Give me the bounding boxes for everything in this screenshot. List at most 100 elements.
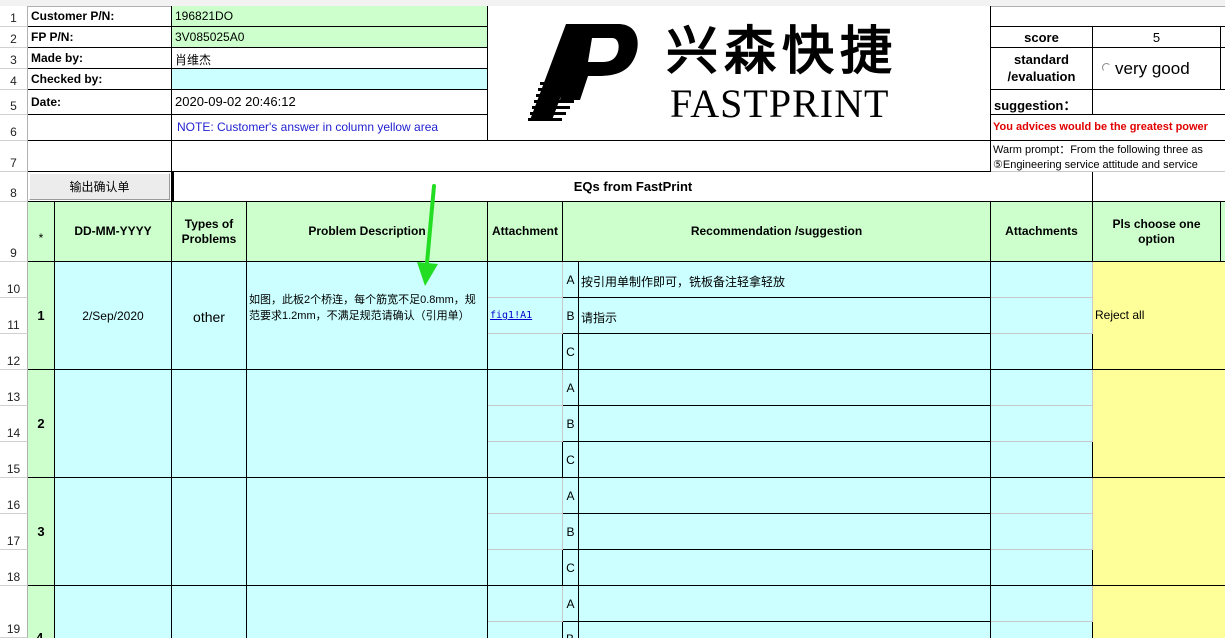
suggestion-input[interactable] bbox=[1093, 90, 1225, 115]
eq-title[interactable]: EQs from FastPrint bbox=[172, 172, 1093, 202]
col-header-choose-option[interactable]: Pls choose one option bbox=[1093, 202, 1221, 262]
entry-date[interactable] bbox=[55, 370, 172, 478]
attachment-cell-a[interactable] bbox=[488, 478, 563, 514]
recommendation-option-b[interactable] bbox=[579, 406, 991, 442]
attachment-cell-b[interactable] bbox=[488, 514, 563, 550]
date-label[interactable]: Date: bbox=[28, 90, 172, 115]
warm-prompt-cell[interactable]: Warm prompt：From the following three as … bbox=[991, 141, 1225, 172]
attachments-cell-b[interactable] bbox=[991, 298, 1093, 334]
choice-cell[interactable]: Reject all bbox=[1093, 262, 1225, 370]
col-header-attachment[interactable]: Attachment bbox=[488, 202, 563, 262]
col-header-types[interactable]: Types of Problems bbox=[172, 202, 247, 262]
recommendation-option-a[interactable] bbox=[579, 478, 991, 514]
row-header-13[interactable]: 13 bbox=[0, 370, 28, 406]
row-header-5[interactable]: 5 bbox=[0, 90, 28, 115]
row-header-16[interactable]: 16 bbox=[0, 478, 28, 514]
entry-problem-description[interactable] bbox=[247, 370, 488, 478]
output-confirmation-button[interactable]: 输出确认单 bbox=[29, 173, 170, 200]
recommendation-option-c[interactable] bbox=[579, 442, 991, 478]
col-header-problem[interactable]: Problem Description bbox=[247, 202, 488, 262]
attachment-cell-c[interactable] bbox=[488, 442, 563, 478]
attachment-cell-b[interactable] bbox=[488, 406, 563, 442]
entry-type[interactable] bbox=[172, 478, 247, 586]
col-header-star[interactable]: * bbox=[28, 202, 55, 262]
attachment-cell-a[interactable] bbox=[488, 370, 563, 406]
attachments-cell-b[interactable] bbox=[991, 406, 1093, 442]
row-header-6[interactable]: 6 bbox=[0, 115, 28, 141]
attachment-cell-a[interactable] bbox=[488, 586, 563, 622]
entry-date[interactable]: 2/Sep/2020 bbox=[55, 262, 172, 370]
recommendation-option-b[interactable]: 请指示 bbox=[579, 298, 991, 334]
advice-text[interactable]: You advices would be the greatest power bbox=[991, 115, 1225, 141]
attachments-cell-a[interactable] bbox=[991, 262, 1093, 298]
evaluation-radio-icon[interactable] bbox=[1102, 63, 1111, 72]
made-by-label[interactable]: Made by: bbox=[28, 48, 172, 69]
row-header-19[interactable]: 19 bbox=[0, 586, 28, 638]
col-header-date[interactable]: DD-MM-YYYY bbox=[55, 202, 172, 262]
attachment-cell-c[interactable] bbox=[488, 334, 563, 370]
entry-problem-description[interactable] bbox=[247, 586, 488, 638]
attachment-cell-b[interactable] bbox=[488, 622, 563, 638]
entry-type[interactable] bbox=[172, 586, 247, 638]
entry-number[interactable]: 4 bbox=[28, 586, 55, 638]
attachments-cell-c[interactable] bbox=[991, 334, 1093, 370]
right-top-blank[interactable] bbox=[991, 6, 1225, 27]
entry-date[interactable] bbox=[55, 478, 172, 586]
row-header-18[interactable]: 18 bbox=[0, 550, 28, 586]
entry-type[interactable]: other bbox=[172, 262, 247, 370]
suggestion-label[interactable]: suggestion： bbox=[991, 90, 1093, 115]
checked-by-label[interactable]: Checked by: bbox=[28, 69, 172, 90]
recommendation-option-b[interactable] bbox=[579, 514, 991, 550]
customer-pn-label[interactable]: Customer P/N: bbox=[28, 6, 172, 27]
made-by-value[interactable]: 肖维杰 bbox=[172, 48, 488, 69]
fp-pn-value[interactable]: 3V085025A0 bbox=[172, 27, 488, 48]
choice-cell[interactable] bbox=[1093, 586, 1225, 638]
entry-date[interactable] bbox=[55, 586, 172, 638]
row-header-14[interactable]: 14 bbox=[0, 406, 28, 442]
attachment-link[interactable]: fig1!A1 bbox=[490, 310, 532, 321]
entry-number[interactable]: 3 bbox=[28, 478, 55, 586]
recommendation-option-c[interactable] bbox=[579, 550, 991, 586]
row-header-12[interactable]: 12 bbox=[0, 334, 28, 370]
attachment-cell-b[interactable]: fig1!A1 bbox=[488, 298, 563, 334]
customer-pn-value[interactable]: 196821DO bbox=[172, 6, 488, 27]
entry-problem-description[interactable] bbox=[247, 478, 488, 586]
row-header-17[interactable]: 17 bbox=[0, 514, 28, 550]
row-header-9[interactable]: 9 bbox=[0, 202, 28, 262]
note-label-blank[interactable] bbox=[28, 115, 172, 141]
score-value[interactable]: 5 bbox=[1093, 27, 1221, 48]
choice-cell[interactable] bbox=[1093, 370, 1225, 478]
attachments-cell-b[interactable] bbox=[991, 622, 1093, 638]
row7-middle-blank[interactable] bbox=[172, 141, 991, 172]
fp-pn-label[interactable]: FP P/N: bbox=[28, 27, 172, 48]
attachments-cell-c[interactable] bbox=[991, 550, 1093, 586]
row-header-3[interactable]: 3 bbox=[0, 48, 28, 69]
recommendation-option-a[interactable]: 按引用单制作即可，铣板备注轻拿轻放 bbox=[579, 262, 991, 298]
entry-number[interactable]: 1 bbox=[28, 262, 55, 370]
row-header-1[interactable]: 1 bbox=[0, 6, 28, 27]
col-header-recommendation[interactable]: Recommendation /suggestion bbox=[563, 202, 991, 262]
row8-right-blank[interactable] bbox=[1093, 172, 1225, 202]
recommendation-option-a[interactable] bbox=[579, 370, 991, 406]
row-header-15[interactable]: 15 bbox=[0, 442, 28, 478]
row-header-11[interactable]: 11 bbox=[0, 298, 28, 334]
evaluation-radio-cell[interactable]: very good bbox=[1093, 48, 1221, 90]
attachments-cell-a[interactable] bbox=[991, 586, 1093, 622]
entry-number[interactable]: 2 bbox=[28, 370, 55, 478]
recommendation-option-a[interactable] bbox=[579, 586, 991, 622]
row-header-2[interactable]: 2 bbox=[0, 27, 28, 48]
row-header-7[interactable]: 7 bbox=[0, 141, 28, 172]
row-header-4[interactable]: 4 bbox=[0, 69, 28, 90]
entry-problem-description[interactable]: 如图，此板2个桥连，每个筋宽不足0.8mm，规范要求1.2mm，不满足规范请确认… bbox=[247, 262, 488, 370]
col-header-attachments[interactable]: Attachments bbox=[991, 202, 1093, 262]
row-header-10[interactable]: 10 bbox=[0, 262, 28, 298]
date-value[interactable]: 2020-09-02 20:46:12 bbox=[172, 90, 488, 115]
score-label[interactable]: score bbox=[991, 27, 1093, 48]
customer-note[interactable]: NOTE: Customer's answer in column yellow… bbox=[172, 115, 488, 141]
attachment-cell-c[interactable] bbox=[488, 550, 563, 586]
row7-left-blank[interactable] bbox=[28, 141, 172, 172]
attachments-cell-a[interactable] bbox=[991, 478, 1093, 514]
recommendation-option-b[interactable] bbox=[579, 622, 991, 638]
attachments-cell-b[interactable] bbox=[991, 514, 1093, 550]
attachments-cell-c[interactable] bbox=[991, 442, 1093, 478]
